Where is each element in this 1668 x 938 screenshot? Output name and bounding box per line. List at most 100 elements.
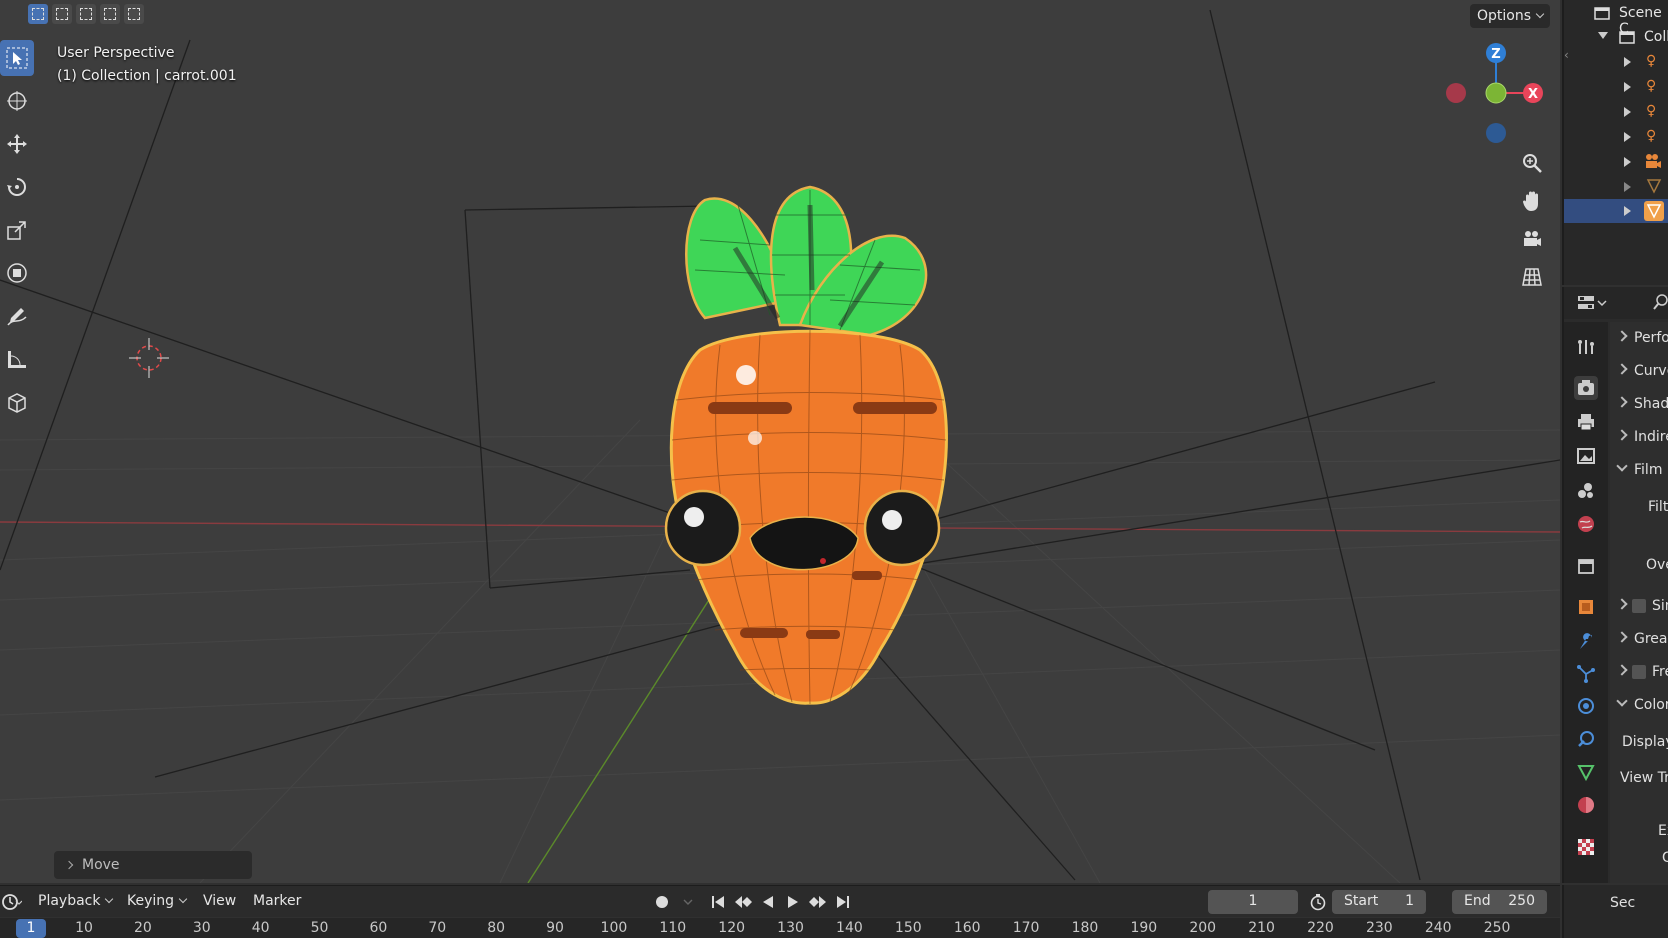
panel-simplify[interactable]: Sin xyxy=(1610,594,1668,622)
tab-object[interactable] xyxy=(1574,595,1598,619)
panel-color-management[interactable]: Color xyxy=(1610,693,1668,721)
tab-texture[interactable] xyxy=(1574,835,1598,859)
tab-scene[interactable] xyxy=(1574,478,1598,502)
carrot-model[interactable] xyxy=(664,185,948,705)
view-transform-field[interactable]: View Tra xyxy=(1610,766,1668,794)
perspective-toggle-button[interactable] xyxy=(1516,261,1548,293)
prev-keyframe-button[interactable] xyxy=(732,892,754,912)
outliner-object-row[interactable]: ♀ xyxy=(1564,125,1668,149)
expand-right-icon[interactable] xyxy=(1624,206,1631,216)
exposure-field[interactable]: Ex xyxy=(1610,819,1668,847)
record-options-button[interactable] xyxy=(677,892,699,912)
select-subtract-button[interactable] xyxy=(76,4,96,24)
tab-world[interactable] xyxy=(1574,512,1598,536)
expand-right-icon[interactable] xyxy=(1624,132,1631,142)
record-keyframe-button[interactable] xyxy=(651,892,673,912)
pan-button[interactable] xyxy=(1516,185,1548,217)
tab-data[interactable] xyxy=(1574,760,1598,784)
tab-view-layer[interactable] xyxy=(1574,444,1598,468)
jump-to-start-button[interactable] xyxy=(707,892,729,912)
outliner-object-row[interactable] xyxy=(1564,150,1668,174)
simplify-checkbox[interactable] xyxy=(1632,599,1646,613)
search-icon[interactable] xyxy=(1652,293,1668,315)
freestyle-checkbox[interactable] xyxy=(1632,665,1646,679)
carrot-leaves[interactable] xyxy=(685,185,928,337)
scale-tool-button[interactable] xyxy=(0,212,34,248)
expand-right-icon[interactable] xyxy=(1624,182,1631,192)
next-keyframe-button[interactable] xyxy=(807,892,829,912)
expand-right-icon[interactable] xyxy=(1624,157,1631,167)
outliner-panel[interactable]: Scene C Coll ♀ ♀ ♀ ♀ ‹ xyxy=(1562,0,1668,285)
tab-render[interactable] xyxy=(1574,376,1598,400)
editor-type-clock-icon[interactable] xyxy=(2,892,23,916)
play-reverse-button[interactable] xyxy=(757,892,779,912)
select-intersect-button[interactable] xyxy=(124,4,144,24)
stopwatch-icon[interactable] xyxy=(1309,893,1327,915)
start-frame-field[interactable]: Start 1 xyxy=(1332,890,1426,914)
expand-down-icon[interactable] xyxy=(1598,32,1608,39)
panel-indirect-lighting[interactable]: Indire xyxy=(1610,425,1668,453)
outliner-object-row[interactable]: ♀ xyxy=(1564,75,1668,99)
move-tool-button[interactable] xyxy=(0,126,34,162)
properties-editor[interactable]: Perfor Curve Shade Indire Film Filte Ove… xyxy=(1562,287,1668,883)
select-new-button[interactable] xyxy=(28,4,48,24)
outliner-scene-row[interactable]: Scene C xyxy=(1564,2,1668,37)
panel-curves[interactable]: Curve xyxy=(1610,359,1668,387)
keying-menu[interactable]: Keying xyxy=(127,893,188,909)
play-button[interactable] xyxy=(782,892,804,912)
film-overscan-field[interactable]: Ove xyxy=(1610,553,1668,581)
3d-viewport[interactable]: User Perspective (1) Collection | carrot… xyxy=(0,0,1560,883)
tab-modifiers[interactable] xyxy=(1574,629,1598,653)
outliner-object-row[interactable]: ♀ xyxy=(1564,50,1668,74)
camera-view-button[interactable] xyxy=(1516,223,1548,255)
panel-freestyle[interactable]: Fre xyxy=(1610,660,1668,688)
measure-tool-button[interactable] xyxy=(0,341,34,377)
select-invert-button[interactable] xyxy=(100,4,120,24)
axis-neg-z-icon[interactable] xyxy=(1486,123,1506,143)
select-extend-button[interactable] xyxy=(52,4,72,24)
options-dropdown[interactable]: Options xyxy=(1470,4,1550,28)
playhead-frame-indicator[interactable]: 1 xyxy=(16,919,46,938)
outliner-object-row-selected[interactable] xyxy=(1564,199,1668,223)
panel-shadows[interactable]: Shade xyxy=(1610,392,1668,420)
select-tool-button[interactable] xyxy=(0,40,34,76)
tab-tool[interactable] xyxy=(1574,334,1598,358)
tab-material[interactable] xyxy=(1574,793,1598,817)
add-cube-tool-button[interactable] xyxy=(0,384,34,420)
rotate-tool-button[interactable] xyxy=(0,169,34,205)
gamma-field[interactable]: G xyxy=(1610,846,1668,874)
expand-right-icon[interactable] xyxy=(1624,57,1631,67)
view-menu[interactable]: View xyxy=(203,893,236,909)
timeline-ruler[interactable]: 1 10 20 30 40 50 60 70 80 90 100 110 120 130 140 150 16… xyxy=(0,918,1560,938)
last-operator-panel[interactable]: Move xyxy=(54,851,252,879)
current-frame-field[interactable]: 1 xyxy=(1208,890,1298,914)
navigation-gizmo[interactable]: Z X xyxy=(1440,40,1550,150)
display-device-field[interactable]: Display xyxy=(1610,730,1668,758)
marker-menu[interactable]: Marker xyxy=(253,893,301,909)
transform-tool-button[interactable] xyxy=(0,255,34,291)
zoom-button[interactable] xyxy=(1516,147,1548,179)
expand-right-icon[interactable] xyxy=(1624,107,1631,117)
tab-output[interactable] xyxy=(1574,410,1598,434)
collapse-arrow-icon[interactable]: ‹ xyxy=(1564,48,1569,62)
jump-to-end-button[interactable] xyxy=(832,892,854,912)
axis-y-icon[interactable] xyxy=(1485,82,1507,104)
panel-film[interactable]: Film xyxy=(1610,458,1668,486)
3d-cursor-icon[interactable] xyxy=(129,338,169,378)
tab-constraints[interactable] xyxy=(1574,727,1598,751)
tab-particles[interactable] xyxy=(1574,662,1598,686)
outliner-collection-row[interactable]: Coll xyxy=(1564,26,1668,50)
tab-physics[interactable] xyxy=(1574,694,1598,718)
editor-type-icon[interactable] xyxy=(1576,293,1608,317)
outliner-object-row[interactable] xyxy=(1564,175,1668,199)
cursor-tool-button[interactable] xyxy=(0,83,34,119)
expand-right-icon[interactable] xyxy=(1624,82,1631,92)
end-frame-field[interactable]: End 250 xyxy=(1452,890,1547,914)
film-filter-size-field[interactable]: Filte xyxy=(1610,495,1668,523)
panel-performance[interactable]: Perfor xyxy=(1610,326,1668,354)
annotate-tool-button[interactable] xyxy=(0,298,34,334)
playback-menu[interactable]: Playback xyxy=(38,893,114,909)
tab-collection[interactable] xyxy=(1574,554,1598,578)
scene-canvas[interactable] xyxy=(0,0,1560,883)
axis-neg-x-icon[interactable] xyxy=(1446,83,1466,103)
